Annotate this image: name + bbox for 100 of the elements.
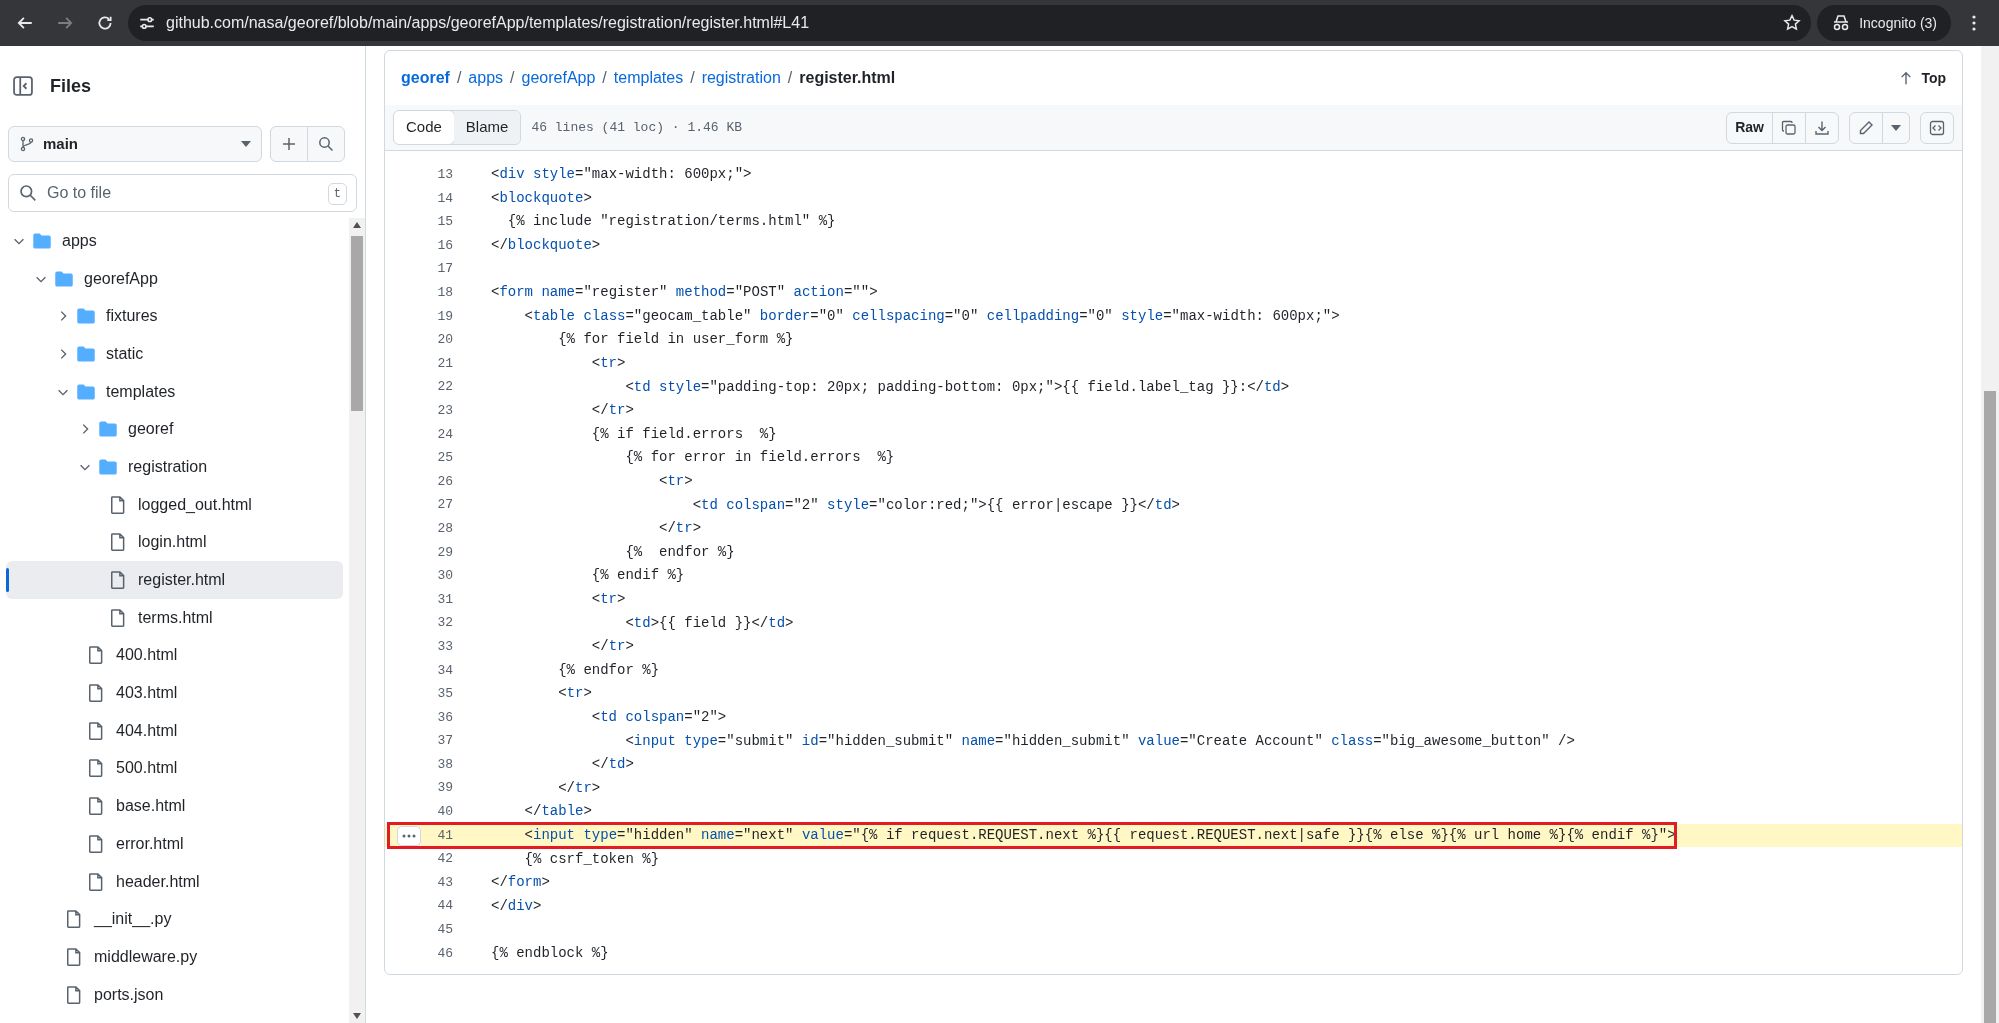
download-icon (1814, 119, 1830, 136)
download-button[interactable] (1805, 111, 1839, 144)
file-item[interactable]: header.html (6, 862, 343, 901)
file-item[interactable]: logged_out.html (6, 485, 343, 524)
branch-icon (19, 136, 35, 152)
line-number[interactable]: 33 (437, 638, 453, 654)
raw-button[interactable]: Raw (1726, 111, 1773, 144)
line-number[interactable]: 30 (437, 568, 453, 584)
top-link[interactable]: Top (1899, 67, 1946, 89)
line-number[interactable]: 45 (437, 922, 453, 938)
branch-button[interactable]: main (8, 126, 262, 162)
line-number[interactable]: 40 (437, 804, 453, 820)
line-number[interactable]: 24 (437, 426, 453, 442)
code-line: {% csrf_token %} (523, 849, 660, 869)
line-number[interactable]: 42 (437, 851, 453, 867)
line-number[interactable]: 14 (437, 190, 453, 206)
folder-item[interactable]: fixtures (6, 297, 343, 336)
address-bar[interactable]: github.com/nasa/georef/blob/main/apps/georefApp/templates/registration/register.html#L41 (128, 5, 1812, 41)
edit-button[interactable] (1849, 111, 1883, 144)
line-number[interactable]: 21 (437, 355, 453, 371)
line-number[interactable]: 31 (437, 591, 453, 607)
folder-item[interactable]: static (6, 335, 343, 373)
line-options-button[interactable] (397, 825, 421, 846)
code-line: <tr> (658, 472, 693, 491)
line-number[interactable]: 27 (437, 497, 453, 513)
line-number[interactable]: 46 (437, 945, 453, 961)
breadcrumb-link[interactable]: templates (613, 66, 684, 90)
scrollbar-thumb[interactable] (1984, 391, 1996, 1023)
code-line: <blockquote> (490, 188, 592, 208)
line-number[interactable]: 19 (437, 308, 453, 324)
folder-item[interactable]: registration (6, 448, 343, 486)
folder-item[interactable]: georef (6, 410, 343, 449)
symbols-button[interactable] (1920, 111, 1954, 144)
page-scrollbar[interactable] (1981, 46, 1999, 1023)
file-item[interactable]: 403.html (6, 674, 343, 712)
line-number[interactable]: 34 (437, 662, 453, 678)
line-number[interactable]: 25 (437, 450, 453, 466)
code-line: </td> (590, 755, 634, 775)
line-number[interactable]: 13 (437, 167, 453, 183)
line-number[interactable]: 39 (437, 780, 453, 796)
file-item[interactable]: 400.html (6, 636, 343, 675)
file-item[interactable]: terms.html (6, 598, 343, 637)
code-line: </div> (490, 896, 542, 916)
line-number[interactable]: 41 (437, 827, 453, 843)
file-item[interactable]: 500.html (6, 749, 343, 788)
incognito-button[interactable]: Incognito (3) (1817, 5, 1951, 41)
line-number[interactable]: 28 (437, 520, 453, 536)
code-line: {% endif %} (590, 566, 685, 586)
line-number[interactable]: 38 (437, 756, 453, 772)
line-number[interactable]: 36 (437, 709, 453, 725)
path-separator: / (690, 68, 695, 88)
file-item[interactable]: __init__.py (6, 900, 343, 939)
line-number[interactable]: 18 (437, 285, 453, 300)
line-number[interactable]: 17 (437, 261, 453, 277)
breadcrumb-link[interactable]: registration (701, 66, 781, 90)
file-item[interactable]: middleware.py (6, 938, 343, 976)
line-number[interactable]: 15 (437, 214, 453, 230)
code-line: {% include "registration/terms.html" %} (506, 212, 836, 232)
file-item[interactable]: 404.html (6, 711, 343, 750)
breadcrumb-link[interactable]: georef (401, 66, 450, 90)
view-tab[interactable]: Code (394, 111, 455, 144)
shortcut-key: t (327, 183, 347, 205)
code-line: {% endfor %} (557, 660, 660, 680)
code-line: <tr> (557, 684, 592, 704)
breadcrumb-link[interactable]: apps (468, 66, 504, 90)
add-file-button[interactable] (270, 126, 308, 162)
edit-options-button[interactable] (1882, 111, 1910, 144)
line-number[interactable]: 32 (437, 615, 453, 631)
folder-item[interactable]: apps (6, 222, 343, 260)
search-button[interactable] (307, 126, 345, 162)
folder-item[interactable]: georefApp (6, 259, 343, 298)
code-line: </tr> (557, 778, 601, 798)
sidebar-scrollbar[interactable] (349, 218, 365, 1023)
bookmark-star-icon[interactable] (1783, 14, 1802, 32)
breadcrumb-link[interactable]: georefApp (521, 66, 596, 90)
code-line: <td>{{ field }}</td> (624, 613, 794, 633)
file-item[interactable]: ports.json (6, 975, 343, 1014)
view-tab[interactable]: Blame (453, 111, 521, 144)
file-item[interactable]: login.html (6, 523, 343, 562)
path-separator: / (456, 68, 462, 88)
file-item[interactable]: base.html (6, 787, 343, 825)
scrollbar-thumb[interactable] (351, 236, 363, 411)
folder-item[interactable]: templates (6, 372, 343, 411)
line-number[interactable]: 23 (437, 403, 453, 418)
file-item[interactable]: register.html (6, 561, 343, 599)
caret-icon (241, 141, 251, 147)
code-line: </tr> (590, 401, 634, 421)
line-number[interactable]: 26 (437, 473, 453, 489)
line-number[interactable]: 22 (437, 379, 453, 395)
line-number[interactable]: 44 (437, 898, 453, 914)
line-number[interactable]: 43 (437, 874, 453, 890)
scroll-down-arrow-icon[interactable] (353, 1013, 361, 1019)
copy-button[interactable] (1772, 111, 1806, 144)
line-number[interactable]: 37 (437, 733, 453, 749)
line-number[interactable]: 35 (437, 686, 453, 702)
line-number[interactable]: 16 (437, 237, 453, 253)
line-number[interactable]: 20 (437, 332, 453, 348)
scroll-up-arrow-icon[interactable] (353, 222, 361, 228)
line-number[interactable]: 29 (437, 544, 453, 560)
file-item[interactable]: error.html (6, 825, 343, 863)
